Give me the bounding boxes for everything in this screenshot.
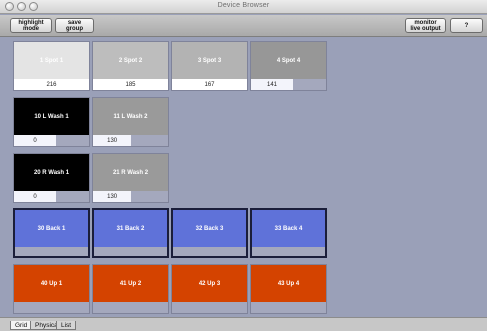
device-tile[interactable]: 43 Up 4 (250, 264, 327, 314)
device-color-swatch: 1 Spot 1 (14, 42, 89, 79)
device-tile[interactable]: 1 Spot 1 216 (13, 41, 90, 91)
device-color-swatch: 42 Up 3 (172, 265, 247, 302)
device-tile[interactable]: 40 Up 1 (13, 264, 90, 314)
device-tile[interactable]: 41 Up 2 (92, 264, 169, 314)
device-label: 11 L Wash 2 (113, 113, 148, 120)
device-tile[interactable]: 4 Spot 4 141 (250, 41, 327, 91)
device-value: 130 (93, 191, 132, 202)
device-color-swatch: 21 R Wash 2 (93, 154, 168, 191)
device-color-swatch: 30 Back 1 (15, 210, 88, 247)
device-tile[interactable]: 32 Back 3 (171, 208, 248, 258)
device-value: 185 (93, 79, 168, 90)
device-color-swatch: 4 Spot 4 (251, 42, 326, 79)
device-grid: 1 Spot 1 216 2 Spot 2 185 3 Spot 3 167 4… (0, 37, 487, 317)
device-label: 43 Up 4 (277, 280, 300, 287)
help-button[interactable]: ? (450, 18, 483, 33)
device-value: 0 (14, 191, 56, 202)
device-label: 4 Spot 4 (276, 57, 301, 64)
device-value: 141 (251, 79, 293, 90)
device-label: 1 Spot 1 (39, 57, 64, 64)
device-color-swatch: 40 Up 1 (14, 265, 89, 302)
highlight-mode-button[interactable]: highlight mode (10, 18, 52, 33)
device-color-swatch: 2 Spot 2 (93, 42, 168, 79)
device-tile[interactable]: 20 R Wash 1 0 (13, 153, 90, 203)
device-tile[interactable]: 11 L Wash 2 130 (92, 97, 169, 147)
device-tile[interactable]: 10 L Wash 1 0 (13, 97, 90, 147)
device-tile[interactable]: 3 Spot 3 167 (171, 41, 248, 91)
tab-grid[interactable]: Grid (10, 321, 33, 330)
view-tab-bar: Grid Physical List (0, 317, 487, 331)
device-tile[interactable]: 33 Back 4 (250, 208, 327, 258)
window-title: Device Browser (217, 2, 270, 9)
device-label: 40 Up 1 (40, 280, 63, 287)
tab-list[interactable]: List (56, 321, 77, 330)
device-label: 31 Back 2 (116, 225, 145, 232)
device-label: 3 Spot 3 (197, 57, 222, 64)
device-value: 130 (93, 135, 132, 146)
device-color-swatch: 41 Up 2 (93, 265, 168, 302)
device-label: 20 R Wash 1 (33, 169, 70, 176)
title-bar: Device Browser (0, 0, 487, 14)
toolbar: highlight mode save group monitor live o… (0, 15, 487, 37)
device-label: 41 Up 2 (119, 280, 142, 287)
device-label: 42 Up 3 (198, 280, 221, 287)
device-label: 21 R Wash 2 (112, 169, 149, 176)
device-label: 33 Back 4 (274, 225, 303, 232)
device-label: 10 L Wash 1 (34, 113, 69, 120)
device-color-swatch: 33 Back 4 (252, 210, 325, 247)
device-color-swatch: 43 Up 4 (251, 265, 326, 302)
device-color-swatch: 3 Spot 3 (172, 42, 247, 79)
save-group-button[interactable]: save group (55, 18, 94, 33)
device-tile[interactable]: 31 Back 2 (92, 208, 169, 258)
device-value: 167 (172, 79, 247, 90)
device-label: 32 Back 3 (195, 225, 224, 232)
device-color-swatch: 10 L Wash 1 (14, 98, 89, 135)
device-color-swatch: 31 Back 2 (94, 210, 167, 247)
device-color-swatch: 11 L Wash 2 (93, 98, 168, 135)
device-label: 30 Back 1 (37, 225, 66, 232)
monitor-live-output-button[interactable]: monitor live output (405, 18, 446, 33)
device-color-swatch: 20 R Wash 1 (14, 154, 89, 191)
device-tile[interactable]: 42 Up 3 (171, 264, 248, 314)
device-color-swatch: 32 Back 3 (173, 210, 246, 247)
device-value: 216 (14, 79, 89, 90)
device-tile[interactable]: 2 Spot 2 185 (92, 41, 169, 91)
device-label: 2 Spot 2 (118, 57, 143, 64)
device-value: 0 (14, 135, 56, 146)
device-tile[interactable]: 30 Back 1 (13, 208, 90, 258)
device-tile[interactable]: 21 R Wash 2 130 (92, 153, 169, 203)
